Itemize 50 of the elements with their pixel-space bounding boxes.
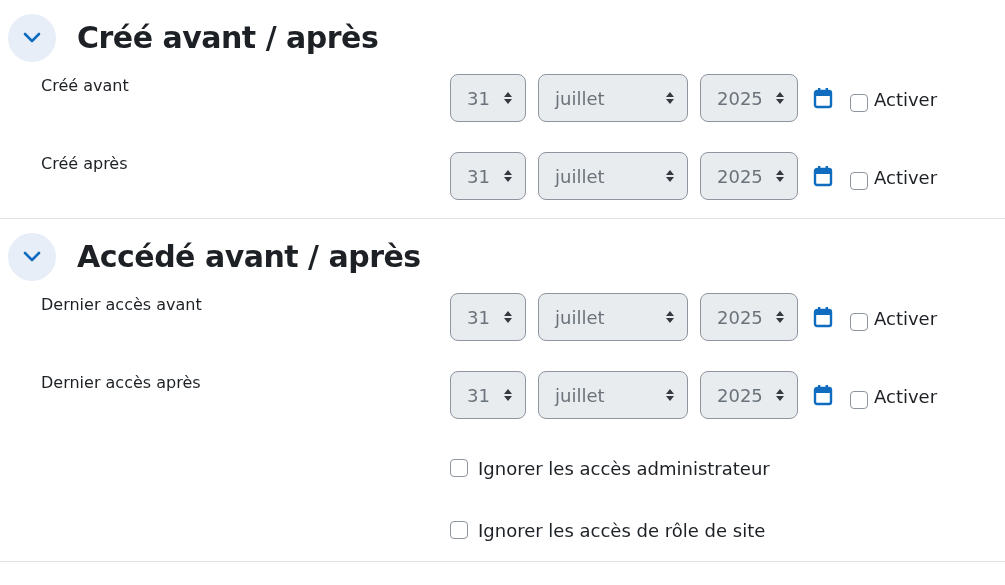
enable-checkbox[interactable] <box>850 313 868 331</box>
field-label: Créé après <box>40 153 129 175</box>
checkbox-label: Ignorer les accès de rôle de site <box>478 518 766 543</box>
month-select[interactable]: juillet <box>538 371 688 419</box>
year-select[interactable]: 2025 <box>700 371 798 419</box>
checkbox-label: Activer <box>874 88 938 112</box>
sort-icon <box>775 169 785 183</box>
month-select[interactable]: juillet <box>538 293 688 341</box>
month-select[interactable]: juillet <box>538 74 688 122</box>
checkbox-label: Ignorer les accès administrateur <box>478 456 770 481</box>
chevron-icon <box>23 32 41 44</box>
sort-icon <box>665 388 675 402</box>
day-select[interactable]: 31 <box>450 152 526 200</box>
option-checkbox[interactable] <box>450 521 468 539</box>
collapse-toggle[interactable] <box>8 233 56 281</box>
field-label: Dernier accès avant <box>40 294 203 316</box>
calendar-icon[interactable] <box>813 87 833 109</box>
chevron-icon <box>23 251 41 263</box>
section-heading: Accédé avant / après <box>77 239 421 275</box>
sort-icon <box>503 169 513 183</box>
checkbox-label: Activer <box>874 385 938 409</box>
section-heading: Créé avant / après <box>77 20 379 56</box>
sort-icon <box>665 169 675 183</box>
field-label: Dernier accès après <box>40 372 202 394</box>
day-select[interactable]: 31 <box>450 371 526 419</box>
day-select[interactable]: 31 <box>450 293 526 341</box>
year-select[interactable]: 2025 <box>700 293 798 341</box>
sort-icon <box>775 310 785 324</box>
calendar-icon[interactable] <box>813 165 833 187</box>
sort-icon <box>503 388 513 402</box>
calendar-icon[interactable] <box>813 384 833 406</box>
checkbox-label: Activer <box>874 307 938 331</box>
day-select[interactable]: 31 <box>450 74 526 122</box>
sort-icon <box>665 91 675 105</box>
sort-icon <box>775 388 785 402</box>
year-select[interactable]: 2025 <box>700 74 798 122</box>
sort-icon <box>503 310 513 324</box>
enable-checkbox[interactable] <box>850 172 868 190</box>
month-select[interactable]: juillet <box>538 152 688 200</box>
enable-checkbox[interactable] <box>850 94 868 112</box>
sort-icon <box>665 310 675 324</box>
field-label: Créé avant <box>40 75 130 97</box>
option-checkbox[interactable] <box>450 459 468 477</box>
sort-icon <box>503 91 513 105</box>
collapse-toggle[interactable] <box>8 14 56 62</box>
enable-checkbox[interactable] <box>850 391 868 409</box>
sort-icon <box>775 91 785 105</box>
calendar-icon[interactable] <box>813 306 833 328</box>
year-select[interactable]: 2025 <box>700 152 798 200</box>
checkbox-label: Activer <box>874 166 938 190</box>
